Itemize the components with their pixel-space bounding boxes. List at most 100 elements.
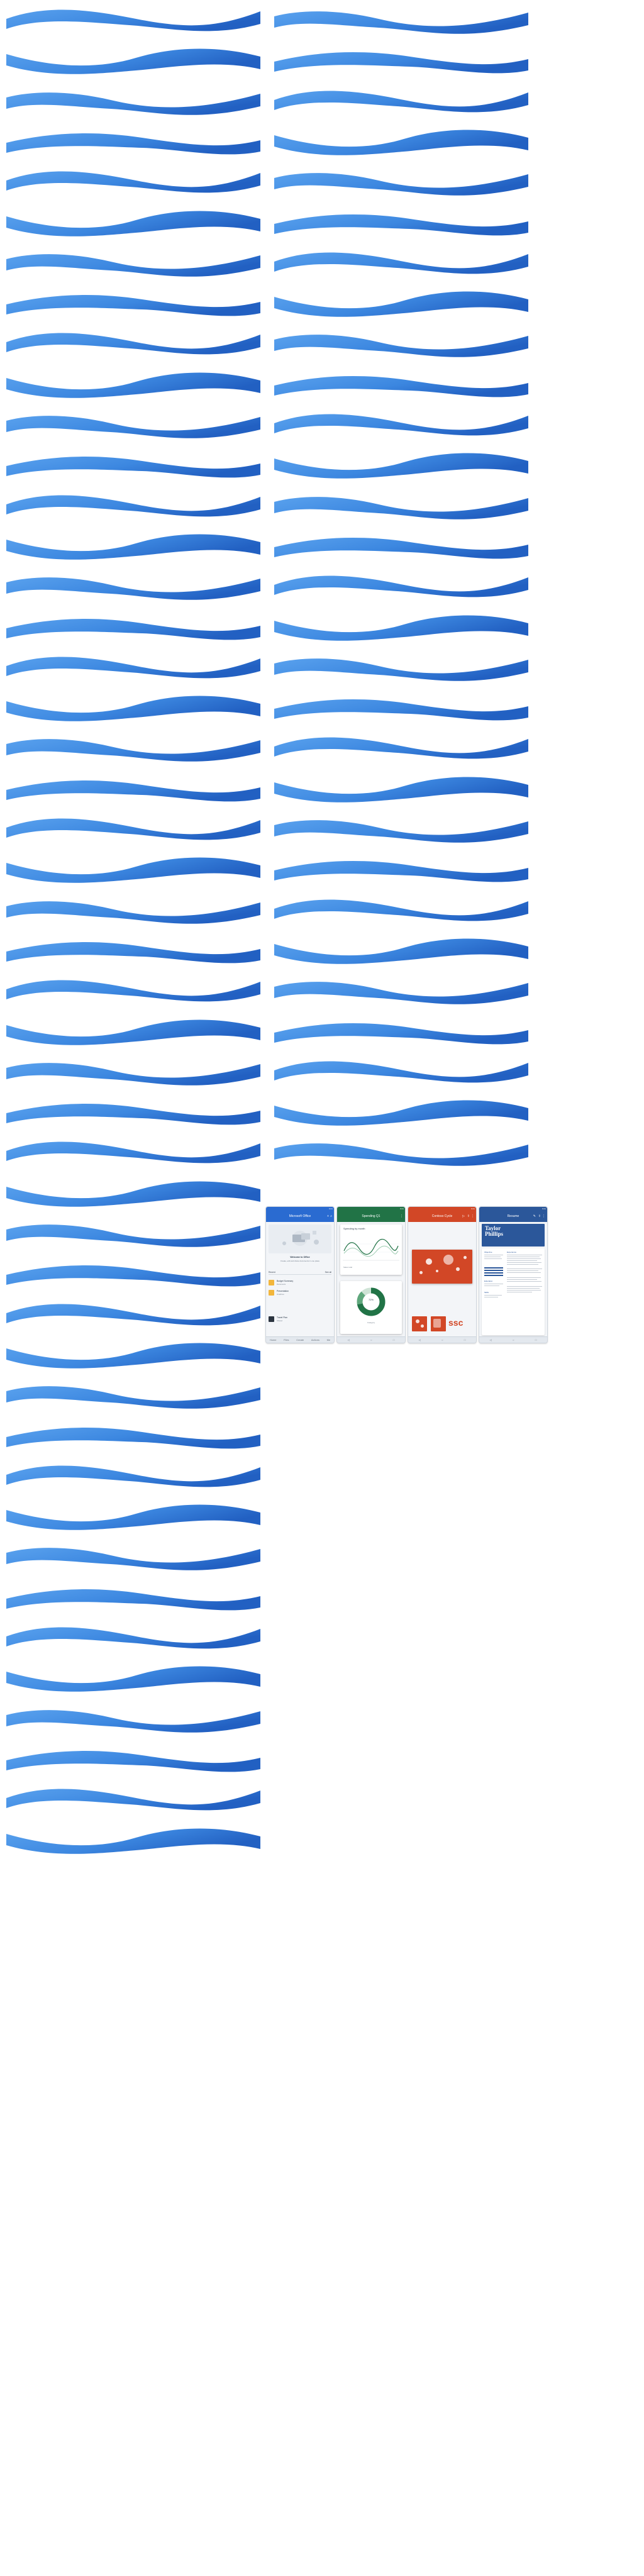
app-title: Resume (507, 1214, 519, 1218)
wave-stripe (272, 1054, 531, 1087)
back-icon[interactable]: ◁ (419, 1338, 421, 1341)
resume-name: Taylor Phillips (485, 1226, 503, 1237)
slide-thumbnail[interactable] (412, 1316, 427, 1331)
phone-word: 9:41 Resume ✎ ⇪ ⋮ Taylor Phillips Object… (479, 1206, 548, 1343)
wave-stripe (272, 488, 531, 521)
wave-stripe (4, 3, 263, 35)
wave-stripe (272, 367, 531, 399)
file-item[interactable]: Presentation OneDrive (269, 1289, 331, 1297)
recents-icon[interactable]: □ (393, 1338, 394, 1341)
wave-stripe (272, 852, 531, 884)
slide-title-text: ssc (448, 1318, 464, 1328)
slide-main[interactable] (412, 1250, 472, 1284)
slide-decoration (456, 1267, 460, 1271)
home-icon[interactable]: ○ (370, 1338, 372, 1341)
app-title: Microsoft Office (289, 1214, 311, 1218)
share-icon[interactable]: ⇪ (538, 1211, 541, 1222)
wave-stripe (4, 124, 263, 157)
donut-value: 72% (368, 1298, 374, 1301)
line-chart (343, 1238, 399, 1261)
wave-stripe (4, 488, 263, 521)
more-icon[interactable]: ⋮ (400, 1211, 403, 1222)
card-title: Spending by month (343, 1227, 365, 1230)
wave-stripe (272, 690, 531, 723)
wave-stripe (4, 84, 263, 116)
status-bar: 9:41 (337, 1207, 405, 1211)
file-item[interactable]: Budget Summary Documents (269, 1279, 331, 1287)
status-bar: 9:41 (408, 1207, 476, 1211)
document-icon (269, 1316, 274, 1322)
nav-me[interactable]: Me (327, 1338, 331, 1341)
file-item[interactable]: Travel Plan Shared (269, 1315, 331, 1324)
wave-stripe (272, 1014, 531, 1046)
welcome-title: Welcome to Office (290, 1256, 310, 1258)
wave-stripe (4, 933, 263, 965)
recents-icon[interactable]: □ (535, 1338, 536, 1341)
slide-decoration (416, 1319, 419, 1323)
bottom-nav: Home Files Create Actions Me (266, 1336, 334, 1343)
wave-stripe (272, 569, 531, 601)
slide-decoration (433, 1319, 441, 1328)
wave-stripe (4, 205, 263, 238)
edit-icon[interactable]: ✎ (533, 1211, 536, 1222)
home-icon[interactable]: ○ (513, 1338, 514, 1341)
wave-stripe (272, 811, 531, 844)
wave-stripe (4, 730, 263, 763)
wave-stripe (272, 164, 531, 197)
donut-chart-card[interactable]: 72% Category (340, 1281, 402, 1334)
slide-decoration (419, 1271, 423, 1274)
section-heading: Skills (484, 1291, 489, 1294)
bottom-nav: ◁ ○ □ (408, 1336, 476, 1343)
status-bar: 9:41 (479, 1207, 547, 1211)
wave-stripe (4, 1580, 263, 1613)
back-icon[interactable]: ◁ (348, 1338, 350, 1341)
wave-stripe (4, 1458, 263, 1491)
section-heading: Objective (484, 1251, 492, 1253)
search-icon[interactable]: ⌕ (330, 1211, 332, 1222)
wave-stripe (4, 1539, 263, 1572)
recent-label: Recent (269, 1271, 275, 1274)
wave-stripe (272, 124, 531, 157)
wave-stripe (272, 730, 531, 763)
wave-stripe (4, 407, 263, 440)
wave-stripe (4, 1297, 263, 1330)
nav-files[interactable]: Files (284, 1338, 289, 1341)
resume-last-name: Phillips (485, 1231, 504, 1237)
home-icon[interactable]: ○ (441, 1338, 443, 1341)
wave-stripe (4, 326, 263, 358)
file-location: Shared (277, 1319, 283, 1322)
slide-decoration (421, 1324, 424, 1328)
donut-label: Category (367, 1321, 375, 1324)
nav-home[interactable]: Home (270, 1338, 277, 1341)
more-icon[interactable]: ⋮ (471, 1211, 474, 1222)
wave-stripe (4, 1014, 263, 1046)
see-all-link[interactable]: See all (325, 1271, 331, 1274)
line-chart-card[interactable]: Spending by month Sales total (340, 1224, 402, 1275)
nav-actions[interactable]: Actions (311, 1338, 319, 1341)
wave-stripe (4, 892, 263, 925)
status-bar: 9:41 (266, 1207, 334, 1211)
phone-powerpoint: 9:41 Contoso Cycle ▷ ⇪ ⋮ ssc ◁ ○ □ (408, 1206, 477, 1343)
more-icon[interactable]: ⋮ (542, 1211, 545, 1222)
recents-icon[interactable]: □ (464, 1338, 465, 1341)
app-bar: Resume ✎ ⇪ ⋮ (479, 1211, 547, 1222)
resume-body[interactable]: Objective Experience Education Skills (482, 1248, 545, 1335)
wave-stripe (4, 650, 263, 682)
wave-stripe (4, 1741, 263, 1774)
play-icon[interactable]: ▷ (462, 1211, 465, 1222)
nav-create[interactable]: Create (296, 1338, 304, 1341)
back-icon[interactable]: ◁ (490, 1338, 492, 1341)
section-heading: Education (484, 1280, 493, 1282)
share-icon[interactable]: ⇪ (467, 1211, 470, 1222)
wave-stripe (4, 1135, 263, 1167)
slide-thumbnail[interactable] (431, 1316, 446, 1331)
wave-stripe (272, 650, 531, 682)
card-footer: Sales total (343, 1266, 353, 1269)
wave-stripe (4, 690, 263, 723)
welcome-subtitle: Create, edit and share documents in one … (280, 1260, 320, 1262)
wave-stripe (272, 3, 531, 35)
add-icon[interactable]: + (327, 1211, 329, 1222)
file-name: Budget Summary (277, 1280, 294, 1282)
file-name: Presentation (277, 1290, 289, 1292)
wave-stripe (4, 164, 263, 197)
